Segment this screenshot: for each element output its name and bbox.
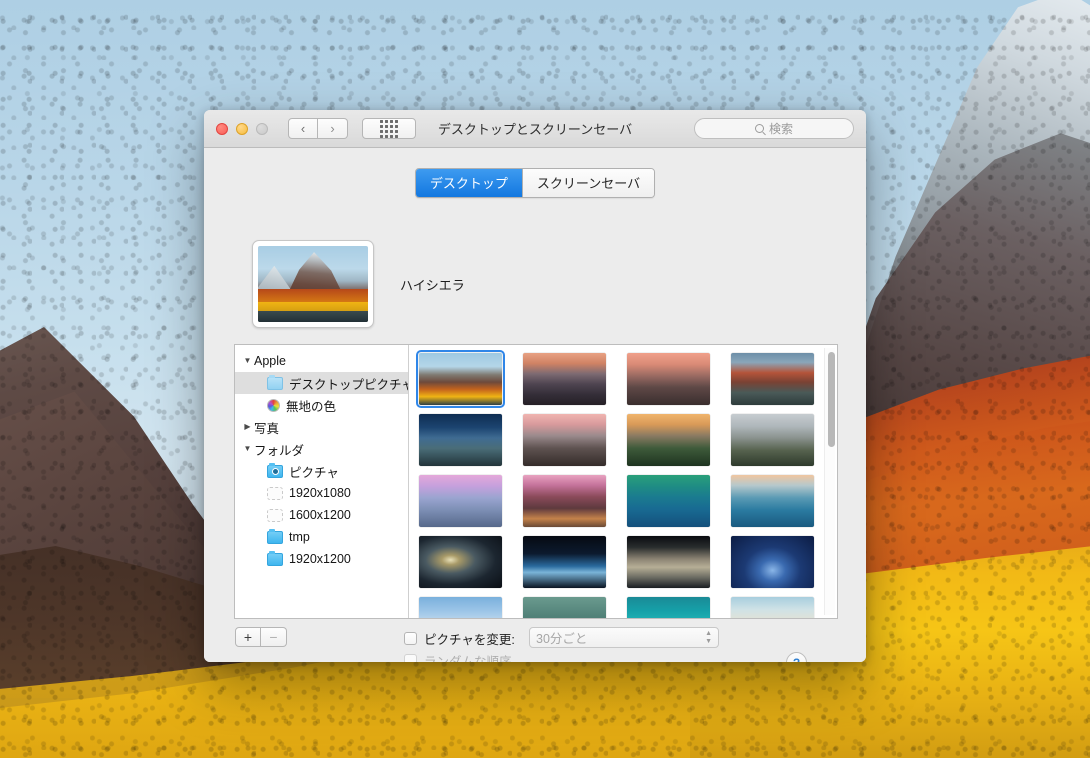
source-item-3[interactable]: ▶ 写真 [235, 416, 408, 438]
stepper-icon: ▲ ▼ [705, 629, 712, 645]
wallpaper-grid-pane [409, 345, 837, 618]
chevron-right-icon: › [330, 121, 335, 136]
folder-solid-icon [267, 528, 283, 544]
wallpaper-thumbnail[interactable] [627, 597, 710, 618]
preview-image [258, 246, 368, 322]
source-item-5[interactable]: ピクチャ [235, 460, 408, 482]
window-content: デスクトップ スクリーンセーバ ハイシエラ ▼ Apple デスクトップピクチャ… [204, 148, 866, 662]
folder-solid-icon [267, 550, 283, 566]
random-order-row: ランダムな順序 [404, 651, 512, 662]
grid-dots-icon [380, 119, 398, 138]
wallpaper-thumbnail[interactable] [523, 475, 606, 527]
grid-scrollbar-thumb[interactable] [827, 352, 835, 447]
preview-water [258, 311, 368, 322]
source-item-7[interactable]: 1600x1200 [235, 504, 408, 526]
source-item-label: tmp [289, 530, 310, 544]
random-order-label: ランダムな順序 [424, 655, 512, 662]
source-item-2[interactable]: 無地の色 [235, 394, 408, 416]
minimize-button[interactable] [236, 122, 248, 135]
source-item-6[interactable]: 1920x1080 [235, 482, 408, 504]
change-picture-checkbox[interactable] [404, 632, 417, 645]
grid-scrollbar-track[interactable] [824, 348, 835, 615]
current-wallpaper-preview[interactable] [252, 240, 374, 328]
current-wallpaper-name: ハイシエラ [400, 277, 465, 293]
source-list[interactable]: ▼ Apple デスクトップピクチャ 無地の色 ▶ 写真 ▼ フォルダ ピクチャ 1920x108… [235, 345, 409, 618]
source-item-label: 1600x1200 [289, 508, 351, 522]
disclosure-open-icon[interactable]: ▼ [241, 438, 254, 460]
source-item-label: フォルダ [254, 443, 305, 458]
window-titlebar: ‹ › デスクトップとスクリーンセーバ 検索 [204, 110, 866, 148]
tab-screensaver[interactable]: スクリーンセーバ [521, 169, 655, 197]
source-item-1[interactable]: デスクトップピクチャ [235, 372, 408, 394]
wallpaper-thumbnail[interactable] [731, 597, 814, 618]
change-interval-value: 30分ごと [536, 632, 588, 646]
help-button[interactable]: ? [786, 652, 807, 662]
source-item-label: 写真 [254, 421, 280, 436]
colorwheel-icon [267, 398, 280, 412]
source-item-8[interactable]: tmp [235, 526, 408, 548]
wallpaper-thumbnail[interactable] [731, 353, 814, 405]
source-item-4[interactable]: ▼ フォルダ [235, 438, 408, 460]
forward-button[interactable]: › [318, 118, 348, 139]
remove-folder-button[interactable]: − [261, 627, 287, 647]
back-button[interactable]: ‹ [288, 118, 318, 139]
source-item-label: 無地の色 [286, 399, 337, 414]
wallpaper-thumbnail[interactable] [627, 475, 710, 527]
source-item-9[interactable]: 1920x1200 [235, 548, 408, 570]
change-interval-select[interactable]: 30分ごと ▲ ▼ [529, 627, 719, 648]
blank-icon [267, 486, 283, 500]
tab-desktop[interactable]: デスクトップ [415, 169, 522, 197]
wallpaper-thumbnail[interactable] [523, 536, 606, 588]
wallpaper-thumbnail[interactable] [731, 536, 814, 588]
change-picture-label: ピクチャを変更: [424, 633, 515, 647]
source-item-label: 1920x1080 [289, 486, 351, 500]
search-icon [754, 124, 764, 133]
close-button[interactable] [216, 122, 228, 135]
desktop-background: ‹ › デスクトップとスクリーンセーバ 検索 デスクトップ スクリーンセーバ ハ… [0, 0, 1090, 758]
wallpaper-thumbnail[interactable] [419, 597, 502, 618]
wallpaper-thumbnail[interactable] [523, 597, 606, 618]
source-item-label: デスクトップピクチャ [289, 377, 409, 392]
traffic-lights [216, 122, 268, 135]
source-item-0[interactable]: ▼ Apple [235, 350, 408, 372]
system-preferences-window: ‹ › デスクトップとスクリーンセーバ 検索 デスクトップ スクリーンセーバ ハ… [204, 110, 866, 662]
source-item-label: 1920x1200 [289, 552, 351, 566]
folder-icon [267, 374, 283, 390]
change-picture-row: ピクチャを変更: [404, 629, 515, 648]
random-order-checkbox[interactable] [404, 654, 417, 662]
wallpaper-thumbnail[interactable] [627, 536, 710, 588]
source-add-remove-buttons: + − [235, 627, 287, 647]
wallpaper-browser: ▼ Apple デスクトップピクチャ 無地の色 ▶ 写真 ▼ フォルダ ピクチャ 1920x108… [234, 344, 838, 619]
wallpaper-grid[interactable] [409, 345, 823, 618]
search-input[interactable]: 検索 [694, 118, 854, 139]
add-folder-button[interactable]: + [235, 627, 261, 647]
source-item-label: Apple [254, 354, 286, 368]
wallpaper-thumbnail[interactable] [731, 414, 814, 466]
tab-bar: デスクトップ スクリーンセーバ [204, 168, 866, 198]
tab-segmented-control: デスクトップ スクリーンセーバ [414, 168, 656, 198]
navigation-buttons: ‹ › [288, 118, 348, 139]
disclosure-open-icon[interactable]: ▼ [241, 350, 254, 372]
wallpaper-thumbnail[interactable] [416, 350, 505, 408]
wallpaper-thumbnail[interactable] [627, 353, 710, 405]
wallpaper-thumbnail[interactable] [523, 353, 606, 405]
wallpaper-thumbnail[interactable] [627, 414, 710, 466]
show-all-button[interactable] [362, 118, 416, 139]
zoom-button[interactable] [256, 122, 268, 135]
disclosure-closed-icon[interactable]: ▶ [241, 416, 254, 438]
source-item-label: ピクチャ [289, 465, 339, 480]
blank-icon [267, 508, 283, 522]
chevron-left-icon: ‹ [300, 121, 306, 136]
search-placeholder: 検索 [768, 122, 793, 136]
wallpaper-thumbnail[interactable] [419, 414, 502, 466]
wallpaper-thumbnail[interactable] [523, 414, 606, 466]
wallpaper-thumbnail[interactable] [731, 475, 814, 527]
wallpaper-thumbnail[interactable] [419, 536, 502, 588]
preview-row: ハイシエラ [252, 240, 465, 328]
wallpaper-thumbnail[interactable] [419, 475, 502, 527]
folder-cam-icon [267, 462, 283, 478]
